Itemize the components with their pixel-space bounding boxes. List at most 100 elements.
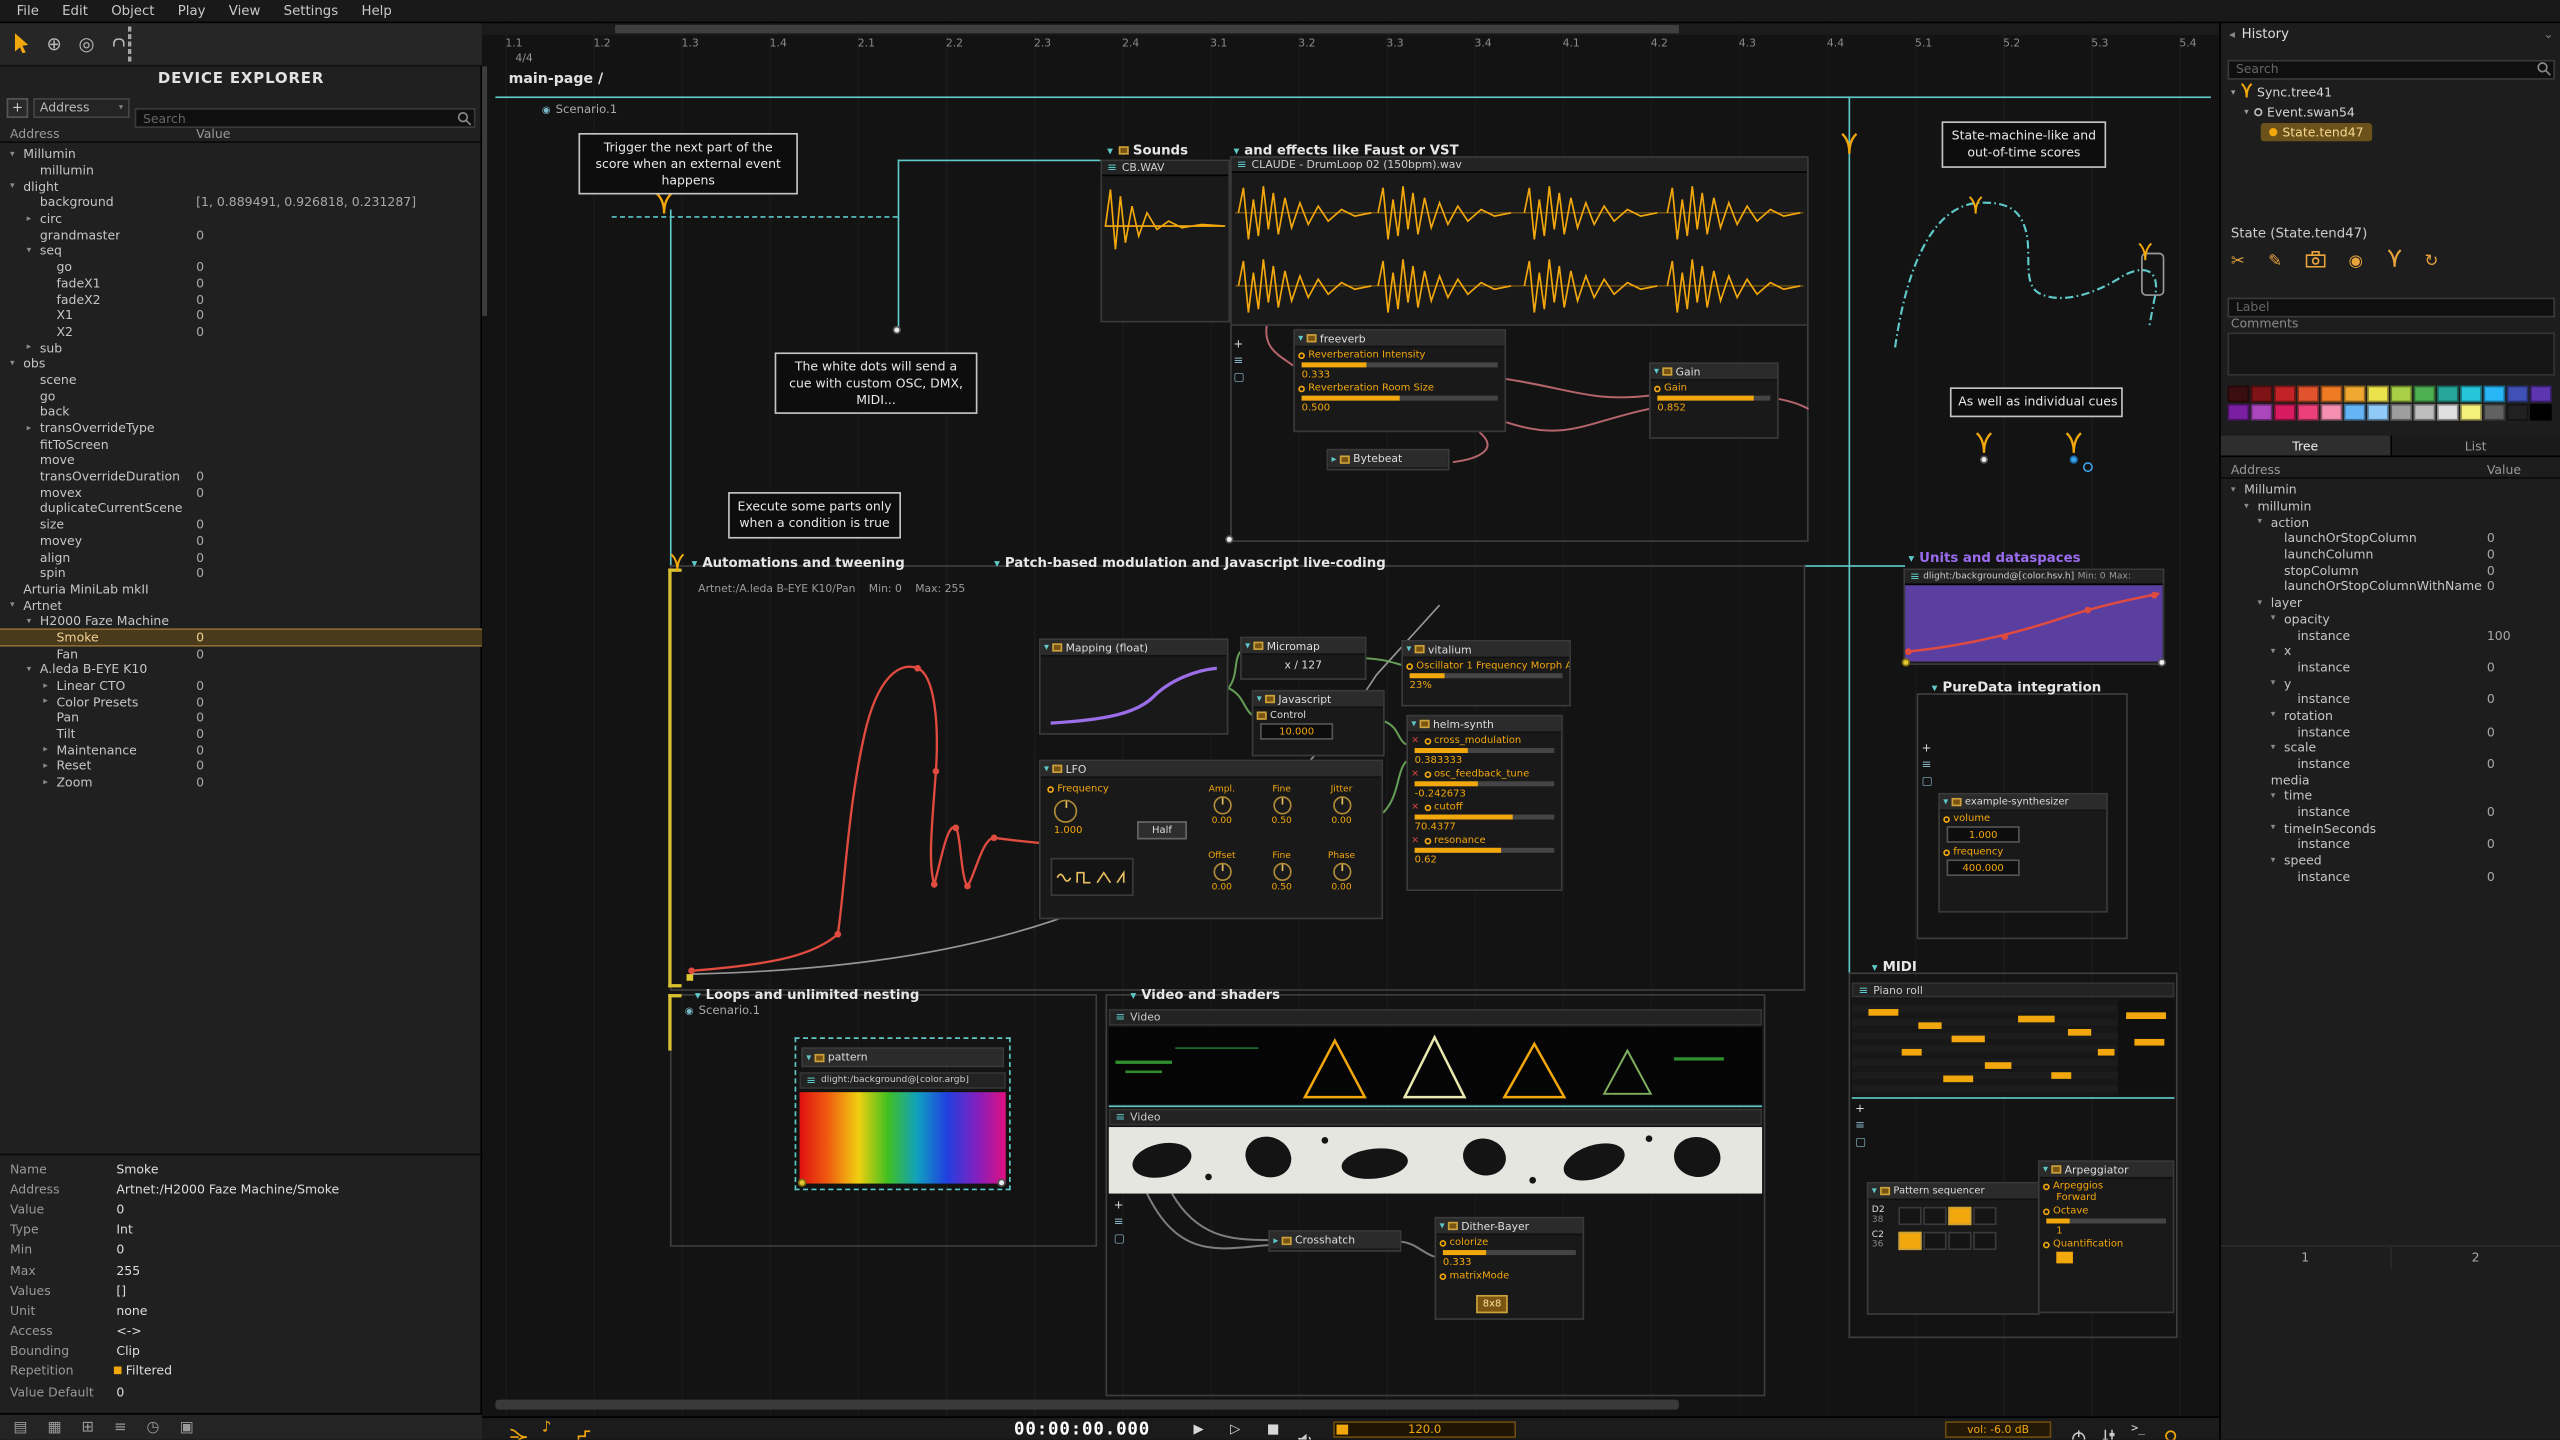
- device-tree-row[interactable]: fadeX2 0: [0, 291, 482, 307]
- drag-handle-icon[interactable]: ≡: [1107, 161, 1117, 174]
- zoom-icon[interactable]: [2164, 1421, 2181, 1440]
- chevron-down-icon[interactable]: ⌄: [2544, 27, 2554, 40]
- lfo-node[interactable]: ▾ LFO Frequency 1.000 Half Ampl. 0.00 Fine…: [1038, 759, 1384, 920]
- trigger-icon[interactable]: [2386, 249, 2401, 272]
- device-tree-row[interactable]: movey 0: [0, 533, 482, 549]
- trigger-icon[interactable]: [2138, 236, 2153, 268]
- device-tree-row[interactable]: ▸ Color Presets 0: [0, 694, 482, 710]
- add-device-button[interactable]: +: [6, 97, 29, 118]
- step-cell[interactable]: [1973, 1231, 1997, 1250]
- white-dot[interactable]: [2157, 658, 2167, 667]
- address-tree-row[interactable]: instance 0: [2221, 869, 2560, 885]
- device-tree-row[interactable]: ▾ seq: [0, 243, 482, 259]
- right-interval-line[interactable]: [1848, 96, 1851, 973]
- callout-white-dots[interactable]: The white dots will send a cue with cust…: [774, 352, 978, 415]
- expand-arrow[interactable]: ▾: [2257, 517, 2270, 527]
- callout-state-machine[interactable]: State-machine-like and out-of-time score…: [1941, 121, 2107, 168]
- device-tree-row[interactable]: ▸ circ: [0, 211, 482, 227]
- expand-arrow[interactable]: ▾: [2271, 614, 2284, 624]
- device-tree-row[interactable]: Fan 0: [0, 646, 482, 662]
- expand-arrow[interactable]: ▾: [2271, 823, 2284, 833]
- tab-list[interactable]: List: [2391, 435, 2560, 456]
- create-tool-icon[interactable]: ⊕: [47, 33, 62, 55]
- yellow-dot[interactable]: [1901, 658, 1911, 667]
- helm-param[interactable]: ✕ resonance 0.62: [1408, 833, 1561, 866]
- expand-arrow[interactable]: ▾: [2271, 678, 2284, 688]
- step-cell[interactable]: [1923, 1231, 1947, 1250]
- interval-gutter-icons[interactable]: + ≡ ▢: [1922, 742, 1933, 788]
- device-tree-row[interactable]: ▾ A.leda B-EYE K10: [0, 662, 482, 678]
- device-tree-row[interactable]: background [1, 0.889491, 0.926818, 0.231…: [0, 195, 482, 211]
- menu-item[interactable]: Edit: [52, 2, 98, 20]
- device-tree-row[interactable]: ▸ Linear CTO 0: [0, 678, 482, 694]
- slider[interactable]: [1301, 395, 1498, 401]
- address-tree-row[interactable]: instance 0: [2221, 659, 2560, 675]
- color-swatch[interactable]: [2436, 385, 2459, 403]
- menu-item[interactable]: Settings: [274, 2, 348, 20]
- javascript-value[interactable]: 10.000: [1260, 723, 1334, 740]
- color-swatch[interactable]: [2436, 403, 2459, 421]
- root-interval-line[interactable]: [495, 96, 2211, 99]
- cue-blue-dot[interactable]: [2069, 455, 2078, 464]
- top-scrollbar[interactable]: [482, 23, 2220, 35]
- lfo-knob-group[interactable]: Jitter 0.00: [1313, 785, 1370, 827]
- slider[interactable]: [1414, 847, 1555, 853]
- address-tree-row[interactable]: instance 0: [2221, 756, 2560, 772]
- play-tool-icon[interactable]: ◎: [78, 33, 94, 55]
- address-tree-row[interactable]: ▾ millumin: [2221, 498, 2560, 514]
- history-icon[interactable]: ◷: [146, 1419, 159, 1436]
- device-tree-row[interactable]: Pan 0: [0, 710, 482, 726]
- device-tree-row[interactable]: X2 0: [0, 323, 482, 339]
- color-swatch[interactable]: [2320, 385, 2343, 403]
- step-cell[interactable]: [1948, 1231, 1972, 1250]
- puredata-section-header[interactable]: ▾ PureData integration: [1932, 680, 2102, 695]
- menu-item[interactable]: Play: [168, 2, 216, 20]
- left-scrollbar[interactable]: [482, 66, 488, 316]
- device-tree-row[interactable]: go 0: [0, 259, 482, 275]
- expand-arrow[interactable]: ▸: [27, 423, 40, 433]
- volume-box[interactable]: vol: -6.0 dB: [1944, 1421, 2052, 1438]
- units-box[interactable]: ≡ dlight:/background@[color.hsv.h] Min: 0M…: [1903, 568, 2165, 665]
- interval-line[interactable]: [669, 209, 672, 566]
- tempo-box[interactable]: 120.0: [1333, 1421, 1517, 1438]
- history-item-event[interactable]: ▾ Event.swan54: [2244, 103, 2355, 121]
- expand-arrow[interactable]: ▾: [2271, 646, 2284, 656]
- helm-synth-node[interactable]: ▾ helm-synth ✕ cross_modulation 0.383333 ✕…: [1406, 714, 1563, 892]
- address-tree-row[interactable]: instance 0: [2221, 804, 2560, 820]
- crosshatch-node[interactable]: ▸ Crosshatch: [1268, 1230, 1402, 1252]
- pattern-node[interactable]: ▾ pattern: [801, 1047, 1005, 1068]
- color-swatch[interactable]: [2390, 385, 2413, 403]
- address-tree-row[interactable]: instance 100: [2221, 627, 2560, 643]
- power-icon[interactable]: [2071, 1421, 2086, 1440]
- step-cell[interactable]: [1923, 1206, 1947, 1225]
- gain-node[interactable]: ▾ Gain Gain 0.852: [1649, 362, 1779, 439]
- device-tree-row[interactable]: Arturia MiniLab mkII: [0, 581, 482, 597]
- expand-arrow[interactable]: ▸: [27, 214, 40, 224]
- color-swatch[interactable]: [2530, 385, 2552, 403]
- device-tree-row[interactable]: size 0: [0, 517, 482, 533]
- trigger-icon[interactable]: [670, 547, 685, 579]
- slider[interactable]: [2046, 1218, 2167, 1224]
- expand-arrow[interactable]: ▸: [27, 343, 40, 353]
- history-item-state[interactable]: State.tend47: [2260, 123, 2372, 142]
- checkbox-icon[interactable]: ■: [113, 1366, 122, 1378]
- address-tree-row[interactable]: ▾ timeInSeconds: [2221, 820, 2560, 836]
- cue-drop-line[interactable]: [897, 159, 900, 330]
- color-swatch[interactable]: [2483, 385, 2506, 403]
- history-search-input[interactable]: [2227, 59, 2556, 79]
- expand-arrow[interactable]: ▸: [43, 777, 56, 787]
- slider[interactable]: [1414, 748, 1555, 754]
- trigger-icon[interactable]: [1968, 190, 1983, 222]
- color-swatch[interactable]: [2413, 403, 2436, 421]
- loops-section-header[interactable]: ▾ Loops and unlimited nesting: [695, 987, 920, 1002]
- speaker-icon[interactable]: [1297, 1423, 1314, 1440]
- video-bar-1[interactable]: ≡ Video: [1108, 1009, 1763, 1026]
- comments-input[interactable]: [2227, 332, 2556, 376]
- pattern-sequencer-node[interactable]: ▾ Pattern sequencer D2 38 C2 36: [1866, 1181, 2040, 1315]
- menu-item[interactable]: Help: [351, 2, 401, 20]
- record-icon[interactable]: ◉: [2349, 252, 2364, 270]
- freeverb-node[interactable]: ▾ freeverb Reverberation Intensity 0.333 …: [1293, 329, 1507, 433]
- expand-arrow[interactable]: ▾: [27, 246, 40, 256]
- expand-arrow[interactable]: ▾: [2271, 743, 2284, 753]
- slider[interactable]: [1414, 814, 1555, 820]
